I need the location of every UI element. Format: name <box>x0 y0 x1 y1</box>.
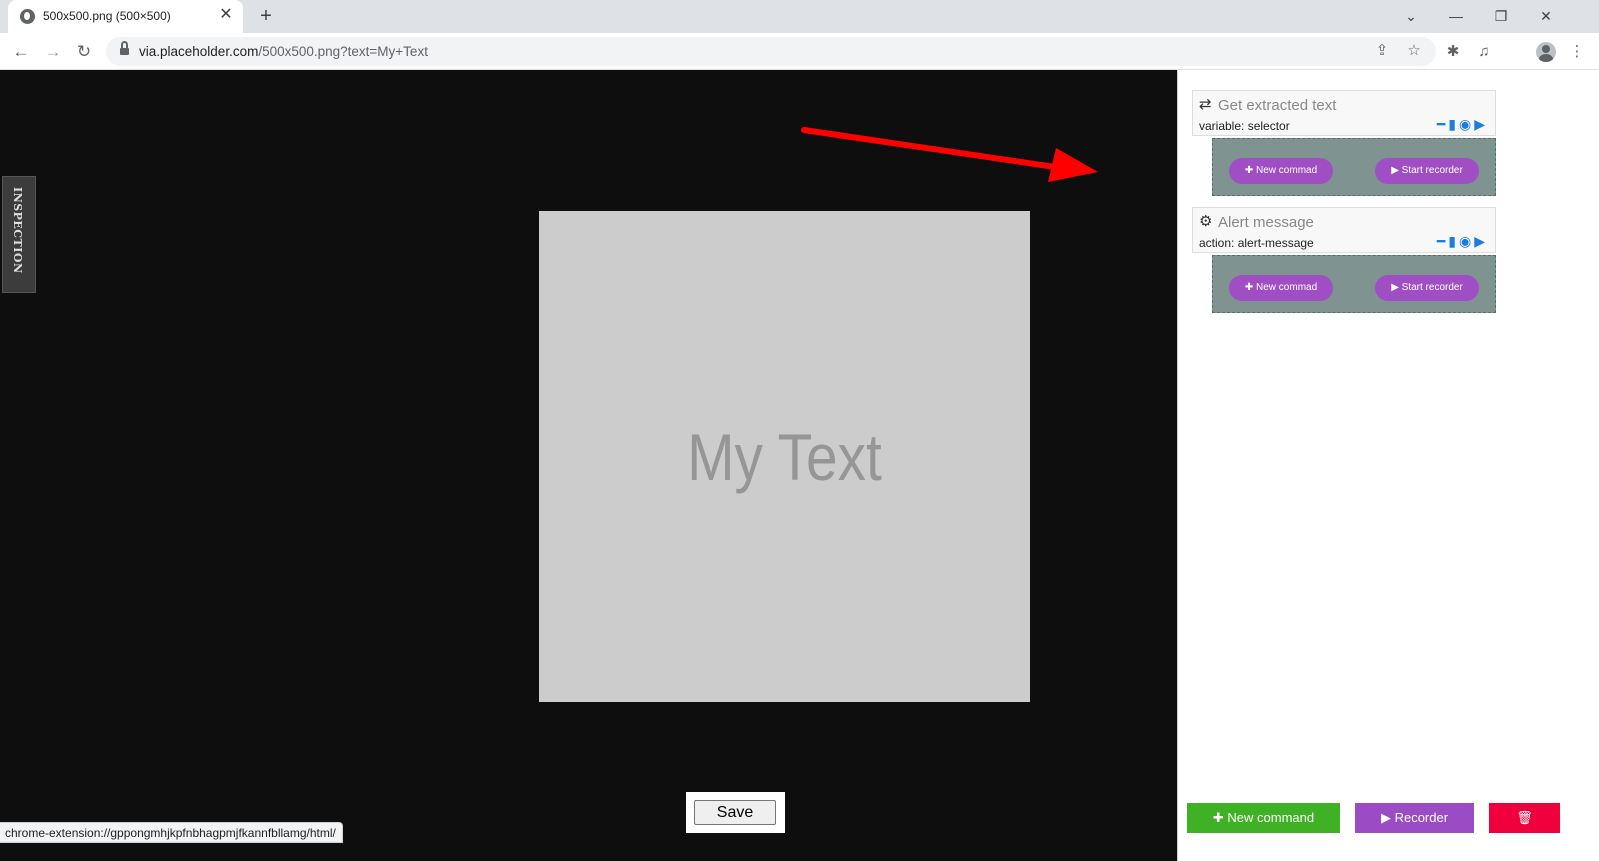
copy-icon[interactable]: ▮ <box>1448 233 1456 249</box>
arrow-head <box>1048 148 1098 182</box>
command-card[interactable]: ⚙ Alert message action: alert-message ━ … <box>1192 207 1496 253</box>
command-subtitle: variable: selector <box>1199 119 1290 133</box>
minus-icon[interactable]: ━ <box>1437 233 1445 249</box>
back-button[interactable]: ← <box>8 39 34 65</box>
minus-icon[interactable]: ━ <box>1437 116 1445 132</box>
extensions-icon[interactable]: ✱ <box>1441 40 1465 64</box>
save-container: Save <box>686 792 785 833</box>
recorder-button[interactable]: ▶ Recorder <box>1355 803 1474 833</box>
start-recorder-pill[interactable]: ▶ Start recorder <box>1375 158 1479 184</box>
command-title: Get extracted text <box>1218 97 1337 114</box>
command-dropzone: ✚ New commad ▶ Start recorder <box>1212 138 1496 196</box>
swap-arrows-icon: ⇄ <box>1199 96 1212 113</box>
tab-title: 500x500.png (500×500) <box>43 9 171 23</box>
command-actions: ━ ▮ ◉ ▶ <box>1437 233 1485 249</box>
command-card[interactable]: ⇄ Get extracted text variable: selector … <box>1192 90 1496 136</box>
gear-icon: ⚙ <box>1199 213 1213 230</box>
new-command-pill[interactable]: ✚ New commad <box>1229 158 1333 184</box>
globe-icon <box>20 9 35 24</box>
reload-button[interactable]: ↻ <box>71 39 97 65</box>
command-panel: ⇄ Get extracted text variable: selector … <box>1177 70 1569 861</box>
tab-search-icon[interactable]: ⌄ <box>1396 4 1426 28</box>
trash-icon: 🗑 <box>1516 810 1533 825</box>
command-subtitle: action: alert-message <box>1199 236 1314 250</box>
command-actions: ━ ▮ ◉ ▶ <box>1437 116 1485 132</box>
step-forward-icon[interactable]: ▶ <box>1474 116 1485 132</box>
chrome-menu-icon[interactable]: ⋮ <box>1565 40 1589 64</box>
minimize-button[interactable]: — <box>1441 4 1471 28</box>
media-control-icon[interactable]: ♫ <box>1472 40 1496 64</box>
status-bar: chrome-extension://gppongmhjkpfnbhagpmjf… <box>0 822 343 843</box>
new-command-button[interactable]: ✚ New command <box>1187 803 1340 833</box>
plus-icon: ✚ <box>1212 810 1224 825</box>
browser-tab[interactable]: 500x500.png (500×500) ✕ <box>8 0 243 33</box>
arrow-shaft <box>801 127 1058 170</box>
step-forward-icon[interactable]: ▶ <box>1474 233 1485 249</box>
inspection-tab[interactable]: INSPECTION <box>2 176 36 293</box>
eye-icon[interactable]: ◉ <box>1459 233 1471 249</box>
delete-button[interactable]: 🗑 <box>1489 803 1560 833</box>
url-text[interactable]: via.placeholder.com/500x500.png?text=My+… <box>139 44 428 59</box>
panel-scroll-edge <box>1569 70 1599 861</box>
bookmark-star-icon[interactable]: ☆ <box>1402 39 1426 63</box>
eye-icon[interactable]: ◉ <box>1459 116 1471 132</box>
lock-icon[interactable] <box>120 41 129 56</box>
page-viewport: INSPECTION My Text Save chrome-extension… <box>0 70 1177 861</box>
profile-avatar[interactable] <box>1536 42 1556 62</box>
start-recorder-pill[interactable]: ▶ Start recorder <box>1375 275 1479 301</box>
browser-toolbar: ← → ↻ via.placeholder.com/500x500.png?te… <box>0 33 1599 70</box>
save-button[interactable]: Save <box>694 800 776 825</box>
tab-strip: 500x500.png (500×500) ✕ + ⌄ — ❐ ✕ <box>0 0 1599 33</box>
image-text: My Text <box>687 419 882 494</box>
new-tab-button[interactable]: + <box>255 5 277 27</box>
command-dropzone: ✚ New commad ▶ Start recorder <box>1212 255 1496 313</box>
command-title: Alert message <box>1218 214 1314 231</box>
address-bar[interactable]: via.placeholder.com/500x500.png?text=My+… <box>106 37 1436 66</box>
inspection-label: INSPECTION <box>11 187 24 274</box>
red-arrow-annotation <box>801 127 1098 182</box>
share-icon[interactable]: ⇪ <box>1370 39 1394 63</box>
copy-icon[interactable]: ▮ <box>1448 116 1456 132</box>
close-tab-icon[interactable]: ✕ <box>217 6 235 24</box>
forward-button[interactable]: → <box>40 39 66 65</box>
restore-button[interactable]: ❐ <box>1486 4 1516 28</box>
new-command-pill[interactable]: ✚ New commad <box>1229 275 1333 301</box>
close-window-button[interactable]: ✕ <box>1531 4 1561 28</box>
placeholder-image: My Text <box>539 211 1030 702</box>
play-icon: ▶ <box>1380 810 1391 825</box>
